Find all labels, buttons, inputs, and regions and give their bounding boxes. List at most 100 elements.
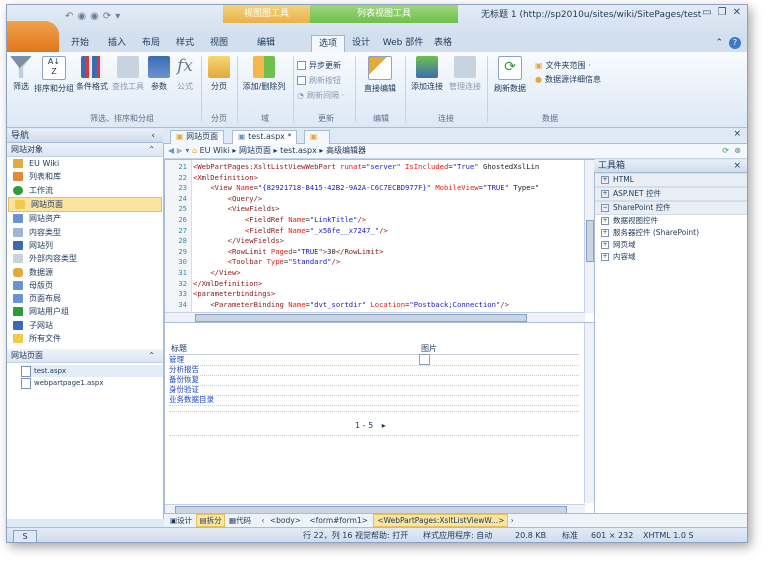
- minimize-ribbon-icon[interactable]: ⌃: [715, 38, 723, 48]
- toolbox-group-aspnet[interactable]: + ASP.NET 控件: [595, 187, 747, 201]
- new-tab-button[interactable]: ▣: [304, 130, 330, 144]
- refresh-icon[interactable]: ⟳: [103, 11, 111, 22]
- collapse-nav-icon[interactable]: ‹: [151, 129, 155, 143]
- nav-item-subsites[interactable]: 子网站: [7, 319, 163, 332]
- tag-crumb-form[interactable]: <form#form1>: [306, 514, 371, 527]
- split-view-button[interactable]: ▤拆分: [196, 514, 225, 527]
- folder-scope-dropdown[interactable]: ▣ 文件夹范围 ·: [535, 60, 591, 71]
- close-toolbox-icon[interactable]: ×: [733, 160, 741, 173]
- site-pages-header[interactable]: 网站页面 ⌃: [7, 349, 163, 364]
- nav-item-lists-libraries[interactable]: 列表和库: [7, 170, 163, 183]
- code-line[interactable]: 26 <FieldRef Name="LinkTitle"/>: [165, 215, 594, 225]
- tab-options[interactable]: 选项: [311, 35, 345, 53]
- crumb-next-icon[interactable]: ›: [511, 516, 514, 525]
- tab-style[interactable]: 样式: [171, 35, 199, 52]
- forward-icon[interactable]: ▶: [177, 146, 183, 155]
- file-button[interactable]: [7, 21, 59, 52]
- sort-group-button[interactable]: A↓ Z 排序和分组: [34, 56, 74, 94]
- code-line[interactable]: 34 <ParameterBinding Name="dvt_sortdir" …: [165, 300, 594, 310]
- code-editor[interactable]: 21 <WebPartPages:XsltListViewWebPart runa…: [164, 159, 595, 323]
- code-line[interactable]: 21 <WebPartPages:XsltListViewWebPart runa…: [165, 162, 594, 172]
- code-line[interactable]: 23 <View Name="{82921718-B415-42B2-9A2A-…: [165, 183, 594, 193]
- pager-next-icon[interactable]: ▸: [382, 421, 386, 430]
- toolbox-item-dataview-controls[interactable]: + 数据视图控件: [595, 215, 747, 227]
- filter-button[interactable]: 筛选: [9, 56, 33, 92]
- nav-item-workflows[interactable]: 工作流: [7, 184, 163, 197]
- datasource-details-button[interactable]: ● 数据源详细信息: [535, 74, 601, 85]
- crumb-prev-icon[interactable]: ‹: [261, 516, 264, 525]
- status-icon[interactable]: S: [13, 530, 37, 542]
- scroll-thumb[interactable]: [195, 314, 527, 322]
- file-item-webpartpage1[interactable]: webpartpage1.aspx: [21, 377, 163, 389]
- parameters-button[interactable]: 参数: [147, 56, 171, 92]
- nav-item-site-columns[interactable]: 网站列: [7, 239, 163, 252]
- status-style-app[interactable]: 样式应用程序: 自动: [423, 528, 492, 542]
- scroll-thumb[interactable]: [586, 220, 594, 262]
- tab-webparts[interactable]: Web 部件: [382, 35, 424, 52]
- code-line[interactable]: 30 <Toolbar Type="Standard"/>: [165, 257, 594, 267]
- inline-edit-button[interactable]: 直接编辑: [359, 56, 401, 94]
- breadcrumb-advanced-editor[interactable]: 高级编辑器: [326, 146, 366, 155]
- tab-design[interactable]: 设计: [347, 35, 375, 52]
- code-line[interactable]: 25 <ViewFields>: [165, 204, 594, 214]
- close-icon[interactable]: ✕: [733, 7, 741, 18]
- site-objects-header[interactable]: 网站对象 ⌃: [7, 143, 163, 157]
- save-icon[interactable]: ↶: [65, 11, 73, 22]
- status-doctype[interactable]: XHTML 1.0 S: [643, 528, 694, 542]
- toolbox-group-sharepoint[interactable]: − SharePoint 控件: [595, 201, 747, 215]
- toolbox-group-html[interactable]: + HTML: [595, 173, 747, 187]
- minimize-icon[interactable]: ▭: [702, 7, 711, 18]
- list-row-link[interactable]: 分析报告: [169, 365, 199, 374]
- find-tool-button[interactable]: 查找工具: [110, 56, 146, 92]
- code-horizontal-scrollbar[interactable]: [165, 312, 585, 322]
- add-remove-columns-button[interactable]: 添加/删除列: [240, 56, 288, 92]
- toolbox-item-content-fields[interactable]: + 内容域: [595, 251, 747, 263]
- refresh-data-button[interactable]: ⟳ 刷新数据: [490, 56, 530, 94]
- breadcrumb-test-aspx[interactable]: test.aspx: [280, 146, 317, 155]
- status-visual-aid[interactable]: 视觉帮助: 打开: [355, 528, 408, 542]
- restore-icon[interactable]: ❐: [718, 7, 727, 18]
- doc-tab-test-aspx[interactable]: ▣ test.aspx *: [232, 130, 298, 144]
- code-view-button[interactable]: ▦代码: [227, 514, 253, 527]
- async-update-checkbox[interactable]: 异步更新: [297, 60, 341, 71]
- tag-crumb-body[interactable]: <body>: [267, 514, 304, 527]
- list-row-link[interactable]: 备份恢复: [169, 375, 199, 384]
- breadcrumb-site-pages[interactable]: 网站页面: [239, 146, 271, 155]
- design-view-button[interactable]: ▣设计: [168, 514, 194, 527]
- formula-button[interactable]: fx 公式: [173, 56, 197, 92]
- nav-item-external-content-types[interactable]: 外部内容类型: [7, 252, 163, 265]
- nav-item-eu-wiki[interactable]: EU Wiki: [7, 157, 163, 170]
- code-line[interactable]: 22 <XmlDefinition>: [165, 173, 594, 183]
- tab-insert[interactable]: 插入: [103, 35, 131, 52]
- column-header-image[interactable]: 图片: [421, 343, 437, 354]
- nav-item-page-layouts[interactable]: 页面布局: [7, 292, 163, 305]
- tab-view[interactable]: 视图: [205, 35, 233, 52]
- column-header-title[interactable]: 标题: [171, 343, 187, 354]
- nav-item-master-pages[interactable]: 母版页: [7, 279, 163, 292]
- back-icon[interactable]: ◉: [77, 11, 86, 22]
- add-connection-button[interactable]: 添加连接: [408, 56, 446, 92]
- doc-tab-site-pages[interactable]: ▣ 网站页面: [170, 130, 225, 144]
- design-vertical-scrollbar[interactable]: [584, 323, 594, 503]
- code-line[interactable]: 28 </ViewFields>: [165, 236, 594, 246]
- code-vertical-scrollbar[interactable]: [584, 160, 594, 313]
- breadcrumb-eu-wiki[interactable]: EU Wiki: [200, 146, 230, 155]
- nav-item-site-pages[interactable]: 网站页面: [8, 196, 162, 213]
- nav-item-all-files[interactable]: 所有文件: [7, 332, 163, 345]
- help-icon[interactable]: ?: [729, 37, 741, 49]
- code-line[interactable]: 27 <FieldRef Name="_x56fe__x7247_"/>: [165, 226, 594, 236]
- refresh-button-checkbox[interactable]: 刷新按钮: [297, 75, 341, 86]
- list-row-link[interactable]: 业务数据目录: [169, 395, 214, 404]
- nav-item-content-types[interactable]: 内容类型: [7, 225, 163, 238]
- code-line[interactable]: 33 <parameterbindings>: [165, 289, 594, 299]
- paging-button[interactable]: 分页: [204, 56, 234, 92]
- design-view[interactable]: 标题 图片 管理 分析报告 备份恢复 身份验证 业务数据目录 1 - 5 ▸: [164, 322, 595, 515]
- manage-connection-button[interactable]: 管理连接: [446, 56, 484, 92]
- nav-item-site-assets[interactable]: 网站资产: [7, 212, 163, 225]
- status-dimensions[interactable]: 601 × 232: [591, 528, 633, 542]
- nav-item-data-sources[interactable]: 数据源: [7, 265, 163, 278]
- customize-qat-icon[interactable]: ▾: [115, 11, 120, 22]
- tag-crumb-xsltlistview[interactable]: <WebPartPages:XsltListViewW...>: [373, 514, 509, 527]
- tab-table[interactable]: 表格: [429, 35, 457, 52]
- tab-home[interactable]: 开始: [65, 35, 95, 52]
